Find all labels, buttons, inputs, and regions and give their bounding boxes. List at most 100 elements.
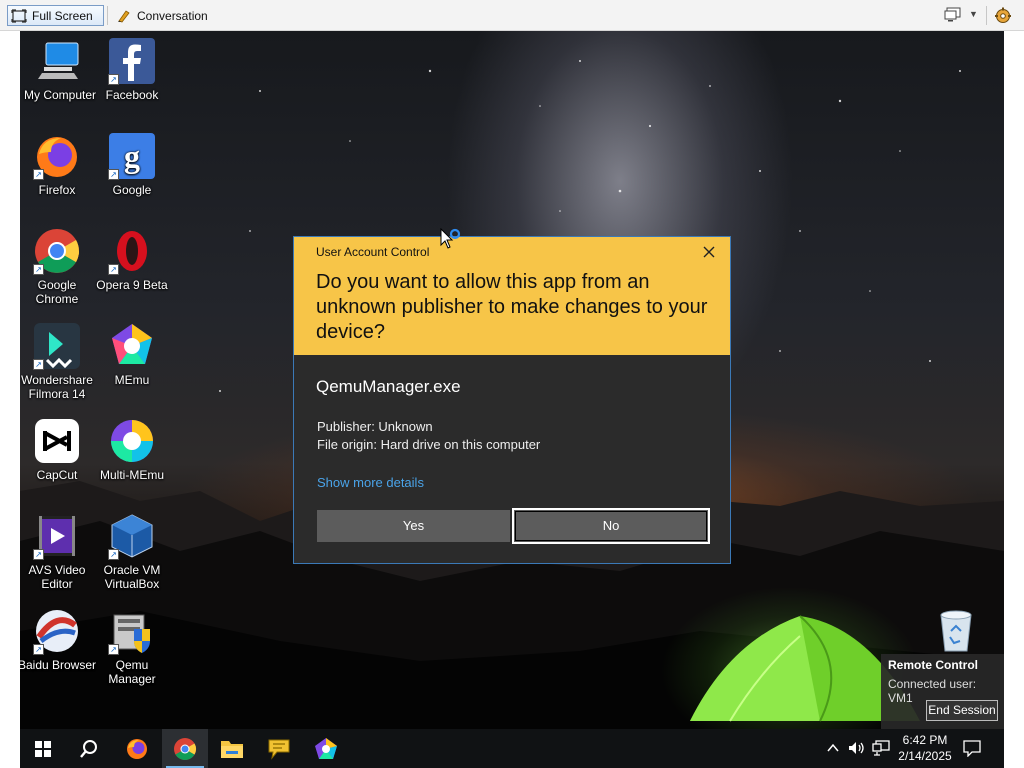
- uac-dialog: User Account Control Do you want to allo…: [293, 236, 731, 564]
- chat-icon: [268, 739, 290, 760]
- uac-app-name: QemuManager.exe: [316, 377, 461, 396]
- close-icon: [703, 246, 715, 258]
- clock[interactable]: 6:42 PM 2/14/2025: [890, 732, 960, 764]
- avs-video-icon: ↗: [33, 512, 81, 560]
- full-screen-label: Full Screen: [32, 8, 93, 23]
- clock-time: 6:42 PM: [902, 733, 948, 747]
- chrome-icon: [174, 737, 196, 760]
- taskbar: 6:42 PM 2/14/2025: [20, 729, 1004, 768]
- recycle-bin-icon[interactable]: [936, 609, 976, 653]
- yes-button[interactable]: Yes: [317, 510, 510, 542]
- shortcut-arrow-icon: ↗: [33, 264, 44, 275]
- start-icon: [35, 740, 51, 757]
- memu-icon: [315, 737, 337, 759]
- desktop-icon-facebook[interactable]: ↗ Facebook: [92, 37, 172, 102]
- virtualbox-icon: ↗: [108, 512, 156, 560]
- desktop-icon-multi-memu[interactable]: Multi-MEmu: [92, 417, 172, 482]
- chevron-up-icon[interactable]: [826, 741, 840, 755]
- qemu-icon: ↗: [108, 607, 156, 655]
- shortcut-arrow-icon: ↗: [108, 169, 119, 180]
- desktop-icon-label: MEmu: [114, 373, 150, 387]
- full-screen-icon: [11, 8, 27, 23]
- uac-publisher: Publisher: Unknown: [317, 419, 433, 434]
- conversation-icon: [116, 9, 132, 23]
- search-icon: [80, 739, 97, 758]
- shortcut-arrow-icon: ↗: [33, 644, 44, 655]
- desktop-icon-label: Wondershare Filmora 14: [21, 373, 93, 401]
- uac-header: User Account Control Do you want to allo…: [294, 237, 730, 355]
- desktop-icon-baidu-browser[interactable]: ↗ Baidu Browser: [20, 607, 97, 672]
- computer-icon: [36, 37, 84, 85]
- shortcut-arrow-icon: ↗: [108, 549, 119, 560]
- clock-date: 2/14/2025: [898, 749, 952, 763]
- taskbar-firefox[interactable]: [114, 729, 160, 768]
- conversation-label: Conversation: [137, 8, 208, 23]
- taskbar-file-explorer[interactable]: [209, 729, 255, 768]
- firefox-icon: ↗: [33, 132, 81, 180]
- end-session-button[interactable]: End Session: [926, 700, 998, 721]
- desktop-icon-label: Oracle VM VirtualBox: [103, 563, 161, 591]
- remote-control-popup: Remote Control Connected user: VM1 End S…: [881, 654, 1004, 729]
- toolbar-divider: [107, 6, 108, 25]
- desktop-icon-label: Google Chrome: [35, 278, 79, 306]
- uac-question: Do you want to allow this app from an un…: [316, 271, 708, 343]
- desktop-icon-opera[interactable]: ↗ Opera 9 Beta: [92, 227, 172, 292]
- desktop-icon-label: Firefox: [38, 183, 76, 197]
- capcut-icon: [33, 417, 81, 465]
- google-icon: g ↗: [108, 132, 156, 180]
- filmora-icon: ↗: [33, 322, 81, 370]
- opera-icon: ↗: [108, 227, 156, 275]
- notification-icon[interactable]: [963, 740, 981, 757]
- toolbar-divider: [986, 6, 987, 25]
- search-button[interactable]: [66, 729, 112, 768]
- multi-memu-icon: [108, 417, 156, 465]
- desktop-icon-avs-video-editor[interactable]: ↗ AVS Video Editor: [20, 512, 97, 591]
- chevron-down-icon[interactable]: ▼: [969, 9, 978, 19]
- full-screen-button[interactable]: Full Screen: [7, 5, 104, 26]
- desktop-icon-google-chrome[interactable]: ↗ Google Chrome: [20, 227, 97, 306]
- shortcut-arrow-icon: ↗: [108, 264, 119, 275]
- no-button[interactable]: No: [512, 508, 710, 544]
- memu-icon: [108, 322, 156, 370]
- desktop-icon-filmora[interactable]: ↗ Wondershare Filmora 14: [20, 322, 97, 401]
- shortcut-arrow-icon: ↗: [108, 74, 119, 85]
- remote-toolbar: Full Screen Conversation ▼: [0, 0, 1024, 31]
- desktop-icon-qemu-manager[interactable]: ↗ Qemu Manager: [92, 607, 172, 686]
- shortcut-arrow-icon: ↗: [33, 359, 44, 370]
- shortcut-arrow-icon: ↗: [33, 549, 44, 560]
- desktop-icon-label: CapCut: [36, 468, 78, 482]
- desktop-icon-label: Opera 9 Beta: [96, 278, 168, 292]
- volume-icon[interactable]: [848, 740, 866, 756]
- network-icon[interactable]: [872, 740, 890, 756]
- taskbar-memu[interactable]: [303, 729, 349, 768]
- desktop-icon-label: Baidu Browser: [20, 658, 97, 672]
- desktop-icon-virtualbox[interactable]: ↗ Oracle VM VirtualBox: [92, 512, 172, 591]
- conversation-button[interactable]: Conversation: [114, 5, 208, 26]
- desktop-icon-label: Multi-MEmu: [99, 468, 164, 482]
- desktop-icon-capcut[interactable]: CapCut: [20, 417, 97, 482]
- desktop-icon-label: Google: [112, 183, 152, 197]
- uac-title: User Account Control: [316, 245, 430, 259]
- file-explorer-icon: [221, 740, 243, 758]
- desktop-icon-label: My Computer: [23, 88, 97, 102]
- desktop-icon-label: Facebook: [105, 88, 159, 102]
- desktop-icon-label: AVS Video Editor: [28, 563, 86, 591]
- chrome-icon: ↗: [33, 227, 81, 275]
- start-button[interactable]: [20, 729, 66, 768]
- close-button[interactable]: [698, 243, 720, 263]
- shortcut-arrow-icon: ↗: [33, 169, 44, 180]
- facebook-icon: ↗: [108, 37, 156, 85]
- desktop-icon-my-computer[interactable]: My Computer: [20, 37, 100, 102]
- show-more-details-link[interactable]: Show more details: [317, 475, 424, 490]
- desktop-icon-google[interactable]: g ↗ Google: [92, 132, 172, 197]
- desktop-icon-firefox[interactable]: ↗ Firefox: [20, 132, 97, 197]
- shortcut-arrow-icon: ↗: [108, 644, 119, 655]
- remote-control-title: Remote Control: [888, 658, 978, 672]
- monitor-icon[interactable]: [944, 7, 962, 23]
- taskbar-chrome[interactable]: [162, 729, 208, 768]
- desktop-icon-memu[interactable]: MEmu: [92, 322, 172, 387]
- taskbar-chat[interactable]: [256, 729, 302, 768]
- firefox-icon: [127, 738, 147, 759]
- gear-icon[interactable]: [993, 6, 1013, 24]
- svg-text:g: g: [124, 138, 140, 174]
